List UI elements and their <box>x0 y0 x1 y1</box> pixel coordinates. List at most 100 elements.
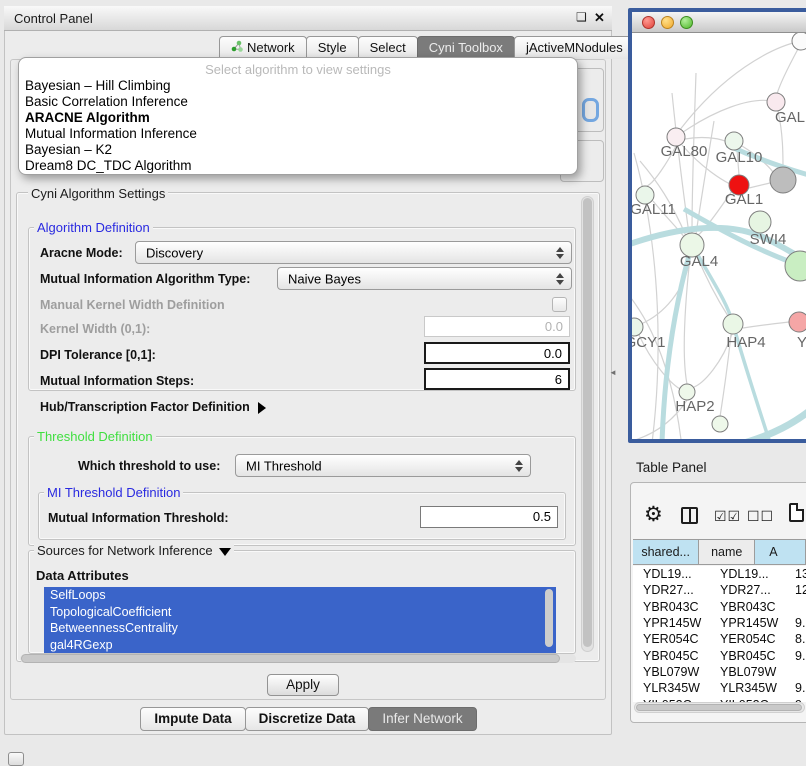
network-view-window[interactable]: GALGAL80GAL10GAL1GAL11SWI4GAL4GCY1HAP4YH… <box>628 8 806 443</box>
table-row[interactable]: YDL19...YDL19...13... <box>633 566 806 582</box>
float-window-icon[interactable]: ❑ <box>576 10 587 24</box>
table-row[interactable]: YBR043CYBR043C <box>633 599 806 615</box>
network-node-gal10[interactable] <box>725 132 743 150</box>
table-cell: YDL19... <box>716 567 786 581</box>
settings-horizontal-scrollbar[interactable] <box>20 654 576 663</box>
network-icon <box>231 40 243 55</box>
minimize-traffic-light-icon[interactable] <box>661 16 674 29</box>
stepper-arrows-icon <box>556 247 564 259</box>
close-icon[interactable]: ✕ <box>594 10 605 26</box>
apply-button[interactable]: Apply <box>267 674 339 696</box>
cyni-bottom-tabs: Impute DataDiscretize DataInfer Network <box>4 707 612 731</box>
table-panel-title: Table Panel <box>636 460 707 475</box>
manual-kernel-width-checkbox[interactable] <box>552 297 567 312</box>
splitter-handle-icon[interactable]: ◄ <box>609 368 617 377</box>
mi-algorithm-type-value: Naive Bayes <box>288 271 361 286</box>
node-label-gcy1: GCY1 <box>632 334 665 351</box>
algorithm-dropdown-placeholder: Select algorithm to view settings <box>19 62 577 77</box>
mi-steps-field[interactable]: 6 <box>424 368 570 390</box>
dpi-tolerance-field[interactable]: 0.0 <box>424 342 570 364</box>
tab-impute-data[interactable]: Impute Data <box>140 707 245 731</box>
table-cell: YDR27... <box>716 583 786 597</box>
data-attributes-list: SelfLoopsTopologicalCoefficientBetweenne… <box>44 587 556 653</box>
table-row[interactable]: YER054CYER054C8. <box>633 631 806 647</box>
algorithm-option-aracne-algorithm[interactable]: ARACNE Algorithm <box>23 110 573 126</box>
which-threshold-select[interactable]: MI Threshold <box>235 454 531 477</box>
deselect-all-checkboxes-icon[interactable]: ☐☐ <box>747 508 774 525</box>
network-node-y[interactable] <box>789 312 806 332</box>
table-row[interactable]: YLR345WYLR345W9. <box>633 680 806 696</box>
algorithm-option-bayesian-k2[interactable]: Bayesian – K2 <box>23 142 573 158</box>
attribute-gal4rgexp[interactable]: gal4RGexp <box>44 637 556 654</box>
close-traffic-light-icon[interactable] <box>642 16 655 29</box>
new-table-icon[interactable] <box>789 503 804 522</box>
table-row[interactable]: YPR145WYPR145W9. <box>633 615 806 631</box>
algorithm-option-mutual-information-inference[interactable]: Mutual Information Inference <box>23 126 573 142</box>
table-row[interactable]: YBR045CYBR045C9. <box>633 647 806 663</box>
hub-definition-toggle[interactable]: Hub/Transcription Factor Definition <box>40 400 266 414</box>
stepper-arrows-icon <box>556 273 564 285</box>
attribute-selfloops[interactable]: SelfLoops <box>44 587 556 604</box>
table-row[interactable]: YBL079WYBL079W <box>633 664 806 680</box>
network-node[interactable] <box>712 416 728 432</box>
tab-label: Cyni Toolbox <box>429 40 503 55</box>
network-graph: GALGAL80GAL10GAL1GAL11SWI4GAL4GCY1HAP4YH… <box>632 33 806 439</box>
column-header-a[interactable]: A <box>755 540 806 564</box>
network-node[interactable] <box>770 167 796 193</box>
tab-style[interactable]: Style <box>306 36 359 59</box>
threshold-definition-title: Threshold Definition <box>34 429 156 444</box>
network-node[interactable] <box>792 33 806 50</box>
kernel-width-field[interactable]: 0.0 <box>424 316 570 337</box>
network-edge <box>685 138 725 141</box>
tab-label: Network <box>247 40 295 55</box>
select-all-checkboxes-icon[interactable]: ☑☑ <box>714 508 741 525</box>
table-horizontal-scrollbar[interactable] <box>634 702 805 713</box>
network-edge <box>676 100 776 137</box>
algorithm-option-dream8-dc-tdc-algorithm[interactable]: Dream8 DC_TDC Algorithm <box>23 158 573 174</box>
table-cell: 9. <box>786 681 806 695</box>
tab-infer-network[interactable]: Infer Network <box>368 707 476 731</box>
columns-icon[interactable] <box>681 507 698 524</box>
cyni-algorithm-settings-title: Cyni Algorithm Settings <box>28 186 168 201</box>
algorithm-option-bayesian-hill-climbing[interactable]: Bayesian – Hill Climbing <box>23 78 573 94</box>
node-label-gal11: GAL11 <box>632 201 676 218</box>
network-canvas[interactable]: GALGAL80GAL10GAL1GAL11SWI4GAL4GCY1HAP4YH… <box>632 33 806 439</box>
network-node-swi4[interactable] <box>749 211 771 233</box>
table-cell: 12... <box>786 583 806 597</box>
network-node[interactable] <box>785 251 806 281</box>
column-header-name[interactable]: name <box>699 540 755 564</box>
attribute-betweennesscentrality[interactable]: BetweennessCentrality <box>44 620 556 637</box>
mi-algorithm-type-select[interactable]: Naive Bayes <box>277 267 572 290</box>
network-edge <box>749 183 770 188</box>
network-edge <box>743 322 789 328</box>
settings-vertical-scrollbar[interactable] <box>581 196 594 652</box>
column-header-shared[interactable]: shared... <box>633 540 699 564</box>
tab-cyni-toolbox[interactable]: Cyni Toolbox <box>417 36 515 59</box>
zoom-traffic-light-icon[interactable] <box>680 16 693 29</box>
aracne-mode-select[interactable]: Discovery <box>135 241 572 264</box>
tab-discretize-data[interactable]: Discretize Data <box>245 707 370 731</box>
network-window-titlebar[interactable] <box>632 12 806 33</box>
table-row[interactable]: YDR27...YDR27...12... <box>633 582 806 598</box>
table-cell: YLR345W <box>716 681 786 695</box>
algorithm-dropdown-list: Bayesian – Hill ClimbingBasic Correlatio… <box>23 78 573 174</box>
tab-label: Select <box>370 40 406 55</box>
table-header-row: shared...nameA <box>633 539 806 565</box>
network-node-hap4[interactable] <box>723 314 743 334</box>
table-cell: YPR145W <box>633 616 716 630</box>
tab-jactivemnodules[interactable]: jActiveMNodules <box>514 36 635 59</box>
algorithm-option-basic-correlation-inference[interactable]: Basic Correlation Inference <box>23 94 573 110</box>
gear-icon[interactable]: ⚙ <box>644 502 663 527</box>
tab-network[interactable]: Network <box>219 36 307 59</box>
node-label-gal: GAL <box>775 109 805 126</box>
algorithm-dropdown-popup: Select algorithm to view settings Bayesi… <box>18 57 578 175</box>
attributes-list-scrollbar[interactable] <box>545 589 553 647</box>
attribute-topologicalcoefficient[interactable]: TopologicalCoefficient <box>44 604 556 621</box>
algorithm-combobox-focus-fragment[interactable] <box>582 98 599 122</box>
minimized-panel-icon[interactable] <box>8 752 24 766</box>
mi-threshold-field[interactable]: 0.5 <box>420 506 558 528</box>
mi-threshold-definition-title: MI Threshold Definition <box>44 485 183 500</box>
node-label-gal80: GAL80 <box>661 143 708 160</box>
tab-select[interactable]: Select <box>358 36 418 59</box>
sources-toggle[interactable]: Sources for Network Inference <box>34 543 234 558</box>
